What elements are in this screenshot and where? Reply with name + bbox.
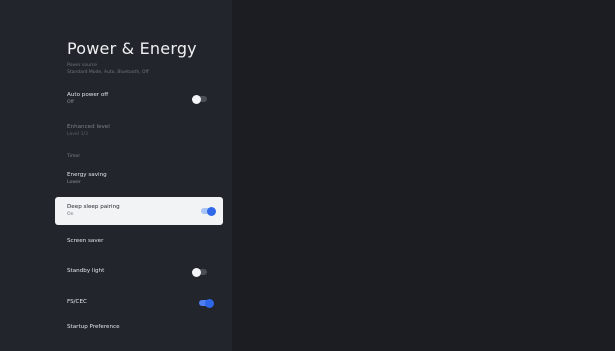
enhanced-level-label: Enhanced level: [67, 124, 110, 130]
tv-settings-screen: Power & Energy Power source Standard Mod…: [0, 0, 615, 351]
setting-deep-sleep-pairing[interactable]: Deep sleep pairing On: [55, 197, 223, 225]
deep-sleep-pairing-toggle[interactable]: [201, 206, 216, 216]
page-title: Power & Energy: [67, 39, 197, 58]
auto-power-off-toggle[interactable]: [192, 94, 207, 104]
toggle-knob: [205, 298, 214, 308]
standby-light-toggle[interactable]: [192, 267, 207, 277]
setting-enhanced-level: Enhanced level Level 1/3: [55, 123, 223, 138]
enhanced-level-value: Level 1/3: [67, 132, 88, 137]
setting-screen-saver[interactable]: Screen saver: [55, 237, 223, 245]
setting-startup-preference[interactable]: Startup Preference: [55, 323, 223, 331]
energy-saving-value: Lower: [67, 180, 81, 185]
deep-sleep-pairing-value: On: [67, 212, 74, 217]
setting-fs-cec[interactable]: FS/CEC: [55, 298, 223, 306]
toggle-knob: [192, 94, 201, 104]
screen-saver-label: Screen saver: [67, 238, 104, 244]
toggle-knob: [192, 267, 201, 277]
toggle-knob: [207, 206, 216, 216]
deep-sleep-pairing-label: Deep sleep pairing: [67, 204, 120, 210]
section-header: Timer: [67, 154, 81, 159]
page-subtitle-line-1: Power source: [67, 63, 97, 68]
page-subtitle: Power source Standard Mode, Auto, Blueto…: [67, 62, 149, 76]
fs-cec-toggle[interactable]: [199, 298, 214, 308]
setting-energy-saving[interactable]: Energy saving Lower: [55, 171, 223, 186]
page-subtitle-line-2: Standard Mode, Auto, Bluetooth, Off: [67, 70, 149, 75]
settings-panel: Power & Energy Power source Standard Mod…: [0, 0, 232, 351]
energy-saving-label: Energy saving: [67, 172, 107, 178]
startup-preference-label: Startup Preference: [67, 324, 120, 330]
